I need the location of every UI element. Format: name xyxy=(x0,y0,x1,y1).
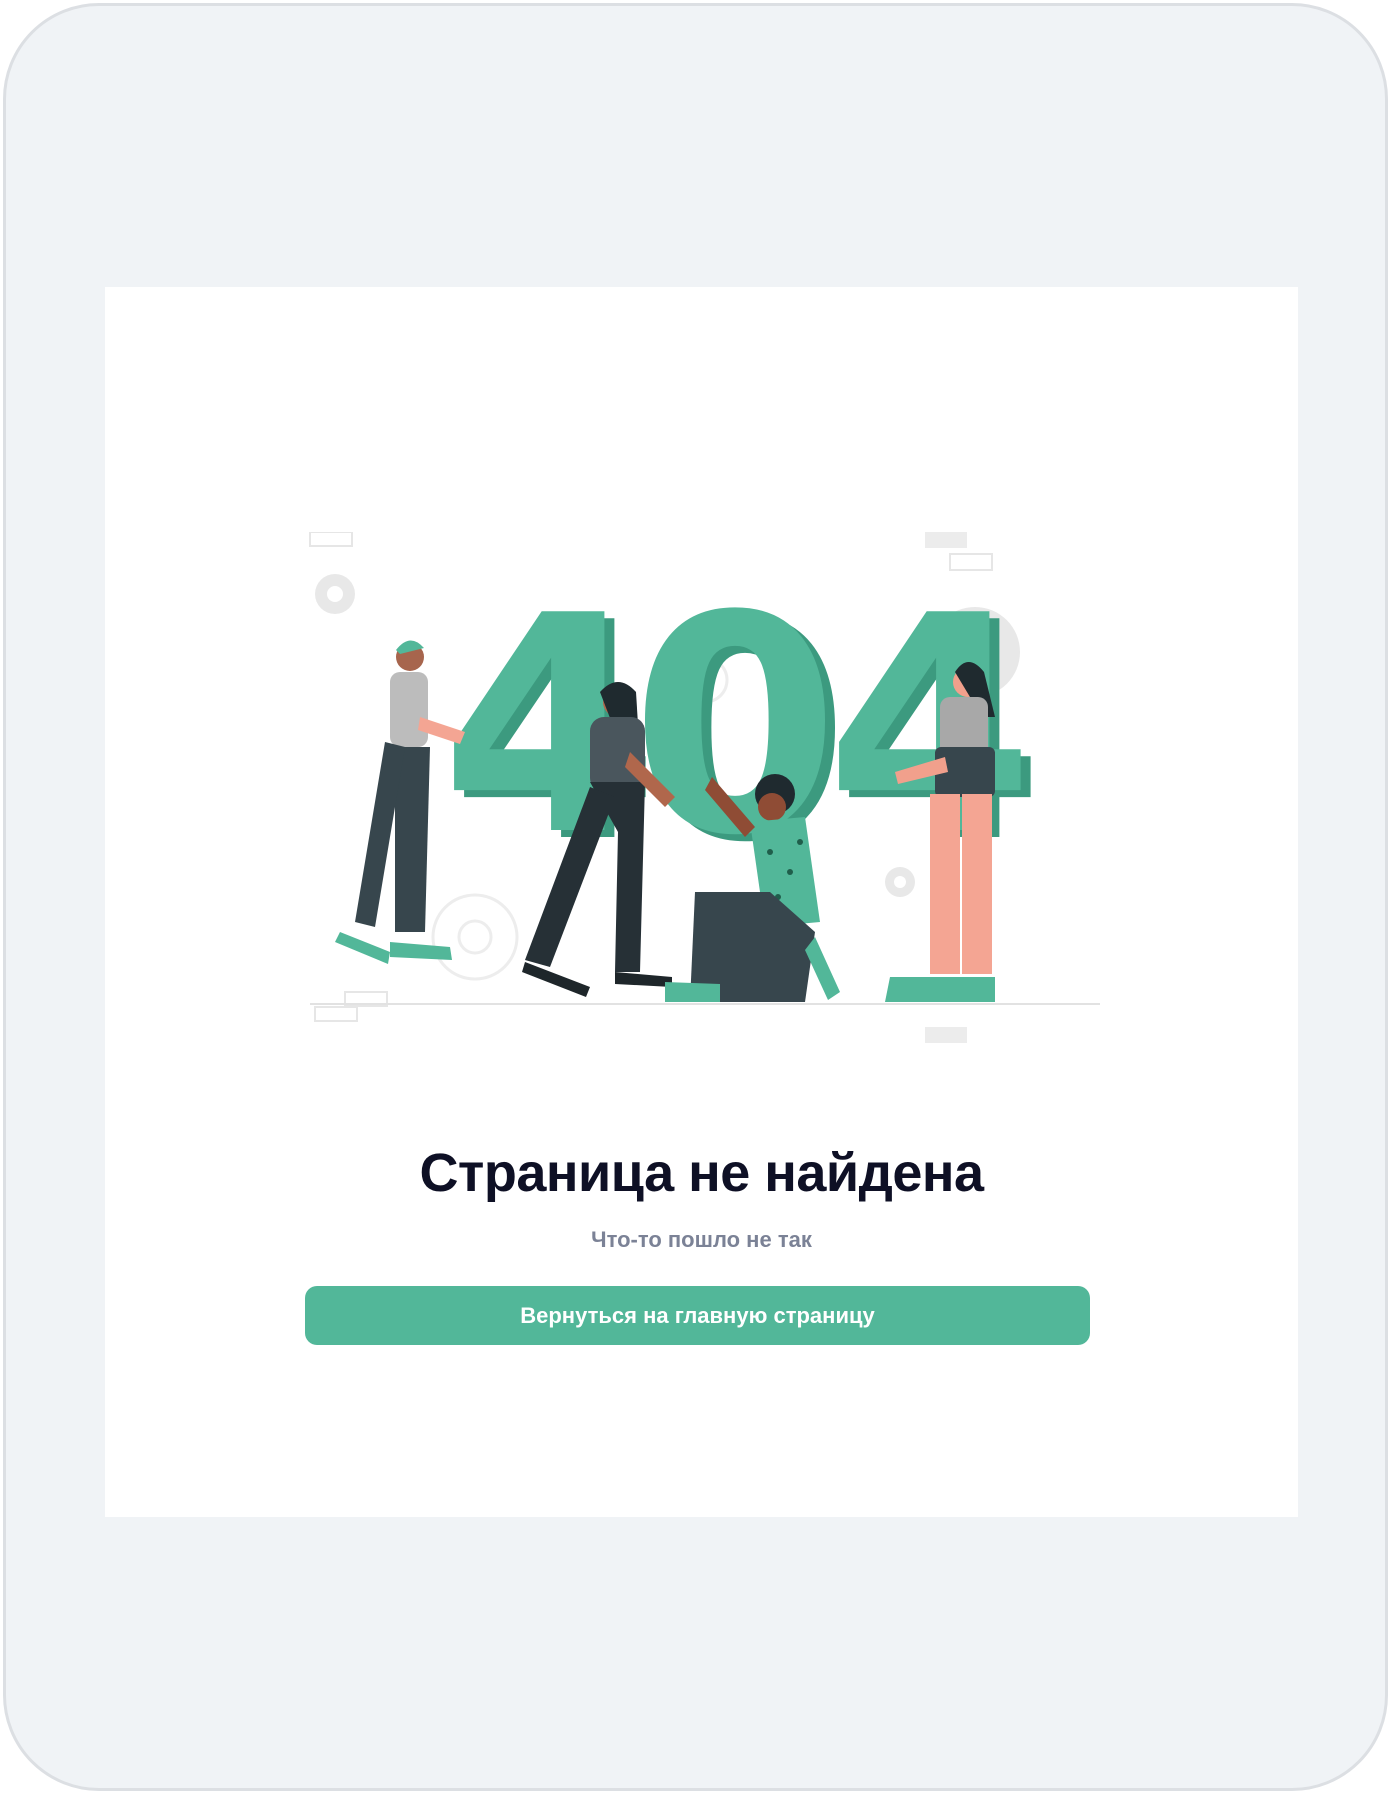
404-illustration: 4 4 0 0 4 4 xyxy=(300,532,1105,1072)
not-found-card: 4 4 0 0 4 4 xyxy=(105,287,1298,1517)
back-to-home-button[interactable]: Вернуться на главную страницу xyxy=(305,1286,1090,1345)
page-title: Страница не найдена xyxy=(419,1143,984,1203)
device-frame: 4 4 0 0 4 4 xyxy=(3,3,1388,1791)
page-subtitle: Что-то пошло не так xyxy=(591,1227,812,1252)
